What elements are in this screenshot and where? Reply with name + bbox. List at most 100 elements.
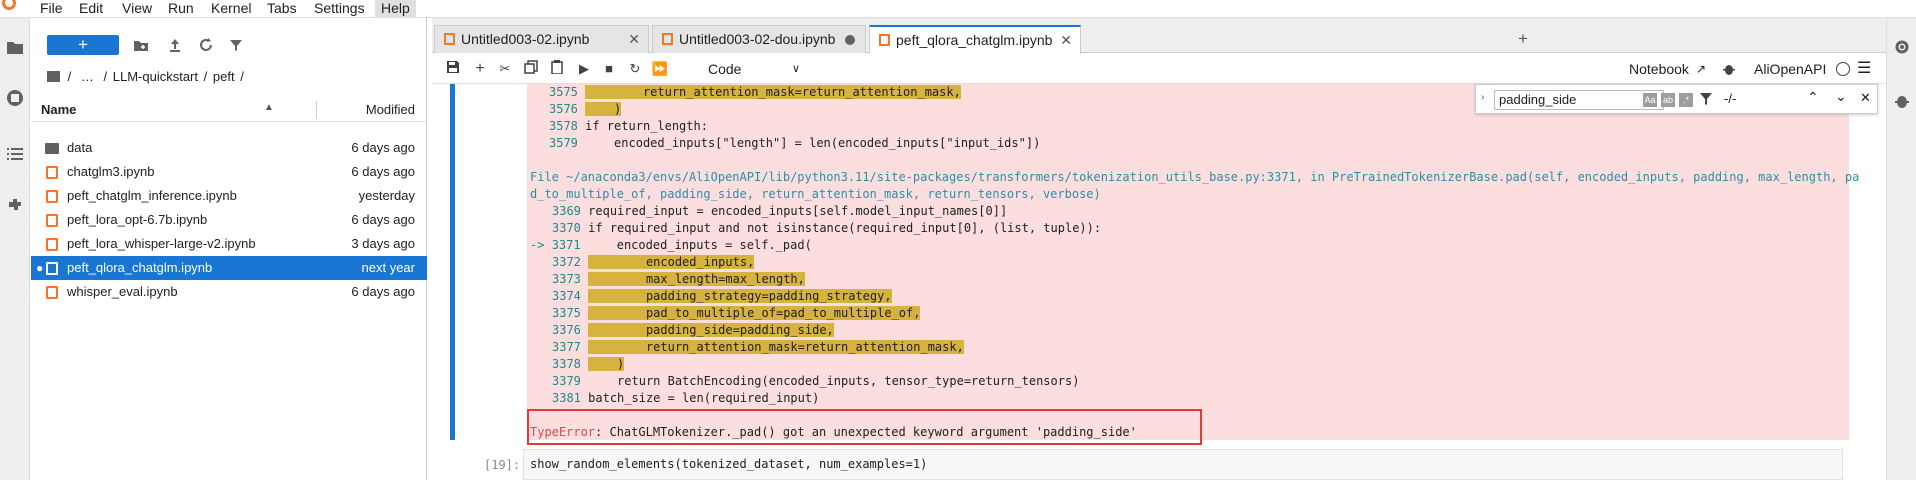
breadcrumb-separator: / xyxy=(103,69,108,84)
folder-icon[interactable] xyxy=(6,38,24,56)
search-input[interactable]: padding_side xyxy=(1494,90,1664,110)
column-modified-header[interactable]: Modified xyxy=(366,102,415,117)
cell-type-value: Code xyxy=(708,61,742,77)
breadcrumb-root[interactable]: / xyxy=(68,69,72,84)
kernel-name[interactable]: AliOpenAPI xyxy=(1754,58,1826,80)
tab-label: Untitled003-02-dou.ipynb xyxy=(679,31,836,47)
search-overlay: › padding_side Aa ab .* -/- ⌃ ⌄ ✕ xyxy=(1475,84,1878,114)
menu-run[interactable]: Run xyxy=(168,0,194,18)
breadcrumb-ellipsis[interactable]: … xyxy=(81,69,94,84)
cell-prompt: [19]: xyxy=(484,458,521,472)
traceback-line: 3377 return_attention_mask=return_attent… xyxy=(552,340,964,354)
run-icon[interactable]: ▶ xyxy=(575,60,593,78)
breadcrumb-peft[interactable]: peft xyxy=(213,69,235,84)
insert-cell-icon[interactable]: + xyxy=(471,60,489,78)
regex-toggle[interactable]: .* xyxy=(1679,93,1693,107)
file-modified: 6 days ago xyxy=(351,212,415,227)
tab-untitled003-02-dou[interactable]: Untitled003-02-dou.ipynb xyxy=(652,25,866,53)
breadcrumb-llm-quickstart[interactable]: LLM-quickstart xyxy=(113,69,198,84)
notebook-icon xyxy=(662,33,673,45)
file-name: data xyxy=(67,140,93,155)
expand-replace-icon[interactable]: › xyxy=(1481,92,1484,103)
unsaved-dot-icon[interactable] xyxy=(845,35,855,45)
close-icon[interactable]: ✕ xyxy=(1860,90,1871,106)
breadcrumb: / … / LLM-quickstart / peft / xyxy=(47,68,244,86)
file-row[interactable]: peft_chatglm_inference.ipynb yesterday xyxy=(31,184,427,208)
file-row[interactable]: peft_lora_whisper-large-v2.ipynb 3 days … xyxy=(31,232,427,256)
kernel-status-icon xyxy=(1836,62,1850,76)
running-icon[interactable] xyxy=(6,89,24,107)
column-divider[interactable] xyxy=(316,101,317,119)
chevron-up-icon[interactable]: ⌃ xyxy=(1807,89,1819,106)
tab-label: Untitled003-02.ipynb xyxy=(461,31,590,47)
extensions-icon[interactable] xyxy=(6,196,24,214)
traceback-line: 3378 ) xyxy=(552,357,625,371)
file-name: whisper_eval.ipynb xyxy=(67,284,178,299)
match-case-toggle[interactable]: Aa xyxy=(1643,93,1657,107)
menu-icon[interactable]: ☰ xyxy=(1857,58,1871,80)
folder-icon[interactable] xyxy=(47,71,60,82)
menu-help[interactable]: Help xyxy=(375,0,416,18)
file-modified: 6 days ago xyxy=(351,164,415,179)
traceback-line: 3369 required_input = encoded_inputs[sel… xyxy=(552,204,1008,218)
traceback-file-line: d_to_multiple_of, padding_side, return_a… xyxy=(530,187,1101,201)
save-icon[interactable] xyxy=(444,60,462,78)
menu-settings[interactable]: Settings xyxy=(314,0,365,18)
file-row-selected[interactable]: ● peft_qlora_chatglm.ipynb next year xyxy=(31,256,427,280)
paste-icon[interactable] xyxy=(548,60,566,78)
menu-view[interactable]: View xyxy=(122,0,152,18)
add-tab-button[interactable]: + xyxy=(1512,29,1534,49)
fast-forward-icon[interactable]: ⏩ xyxy=(651,60,669,78)
jupyter-logo-icon xyxy=(0,0,22,18)
close-icon[interactable]: ✕ xyxy=(1060,27,1072,53)
refresh-icon[interactable] xyxy=(198,37,214,53)
whole-word-toggle[interactable]: ab xyxy=(1661,93,1675,107)
new-launcher-button[interactable]: + xyxy=(47,35,119,55)
code-cell-input[interactable]: show_random_elements(tokenized_dataset, … xyxy=(523,449,1843,480)
file-modified: next year xyxy=(361,260,415,275)
property-inspector-icon[interactable] xyxy=(1893,38,1911,56)
filter-icon[interactable] xyxy=(228,37,244,53)
restart-icon[interactable]: ↻ xyxy=(626,60,644,78)
traceback-line: 3379 return BatchEncoding(encoded_inputs… xyxy=(552,374,1080,388)
new-folder-icon[interactable] xyxy=(133,37,149,53)
traceback-line: 3374 padding_strategy=padding_strategy, xyxy=(552,289,892,303)
traceback-line: 3576 ) xyxy=(549,102,622,116)
cut-icon[interactable]: ✂ xyxy=(496,60,514,78)
menu-edit[interactable]: Edit xyxy=(79,0,103,18)
menu-file[interactable]: File xyxy=(40,0,63,18)
traceback-line: 3376 padding_side=padding_side, xyxy=(552,323,834,337)
menu-tabs[interactable]: Tabs xyxy=(267,0,297,18)
bug-icon[interactable] xyxy=(1722,58,1736,80)
table-of-contents-icon[interactable] xyxy=(6,145,24,163)
file-modified: yesterday xyxy=(358,188,415,203)
tab-peft-qlora-chatglm[interactable]: peft_qlora_chatglm.ipynb ✕ xyxy=(869,25,1081,54)
chevron-down-icon[interactable]: ⌄ xyxy=(1835,88,1847,105)
traceback-line: 3381 batch_size = len(required_input) xyxy=(552,391,820,405)
notebook-label[interactable]: Notebook xyxy=(1629,58,1689,80)
close-icon[interactable]: ✕ xyxy=(628,26,640,52)
traceback-file-line: File ~/anaconda3/envs/AliOpenAPI/lib/pyt… xyxy=(530,170,1860,184)
open-in-new-icon[interactable]: ↗ xyxy=(1696,58,1706,80)
file-row[interactable]: chatglm3.ipynb 6 days ago xyxy=(31,160,427,184)
filter-icon[interactable] xyxy=(1699,91,1713,110)
file-row[interactable]: peft_lora_opt-6.7b.ipynb 6 days ago xyxy=(31,208,427,232)
traceback-line: 3370 if required_input and not isinstanc… xyxy=(552,221,1102,235)
tab-untitled003-02[interactable]: Untitled003-02.ipynb ✕ xyxy=(434,25,649,53)
debugger-icon[interactable] xyxy=(1893,92,1911,110)
notebook-icon xyxy=(46,238,58,251)
stop-icon[interactable]: ■ xyxy=(600,60,618,78)
file-row[interactable]: whisper_eval.ipynb 6 days ago xyxy=(31,280,427,304)
breadcrumb-separator: / xyxy=(203,69,208,84)
code-cell-text: show_random_elements(tokenized_dataset, … xyxy=(530,457,928,471)
copy-icon[interactable] xyxy=(522,60,540,78)
cell-type-select[interactable]: Code ∨ xyxy=(708,58,804,80)
notebook-icon xyxy=(46,190,58,203)
file-row-data[interactable]: data 6 days ago xyxy=(31,136,427,160)
notebook-icon xyxy=(46,166,58,179)
menu-kernel[interactable]: Kernel xyxy=(211,0,251,18)
notebook-icon xyxy=(46,214,58,227)
column-name-header[interactable]: Name xyxy=(41,102,76,117)
upload-icon[interactable] xyxy=(167,37,183,53)
tab-label: peft_qlora_chatglm.ipynb xyxy=(896,32,1053,48)
